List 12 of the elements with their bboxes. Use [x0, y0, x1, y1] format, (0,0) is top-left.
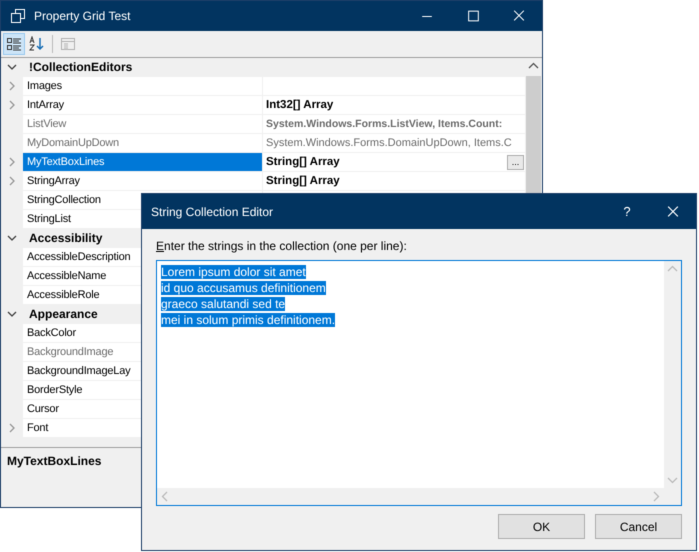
- description-title: MyTextBoxLines: [7, 454, 102, 468]
- dialog-title: String Collection Editor: [151, 204, 274, 218]
- category-name: !CollectionEditors: [29, 60, 132, 74]
- category-name: Appearance: [29, 307, 98, 321]
- property-value: System.Windows.Forms.DomainUpDown, Items.C: [266, 137, 512, 149]
- property-value: System.Windows.Forms.ListView, Items.Count:: [266, 118, 502, 130]
- property-value: String[] Array: [266, 175, 340, 187]
- property-value: Int32[] Array: [266, 99, 334, 111]
- category-name: Accessibility: [29, 231, 102, 245]
- window-title: Property Grid Test: [34, 9, 130, 23]
- property-value: String[] Array: [266, 156, 340, 168]
- instruction-label: Enter the strings in the collection (one per line):: [156, 239, 408, 253]
